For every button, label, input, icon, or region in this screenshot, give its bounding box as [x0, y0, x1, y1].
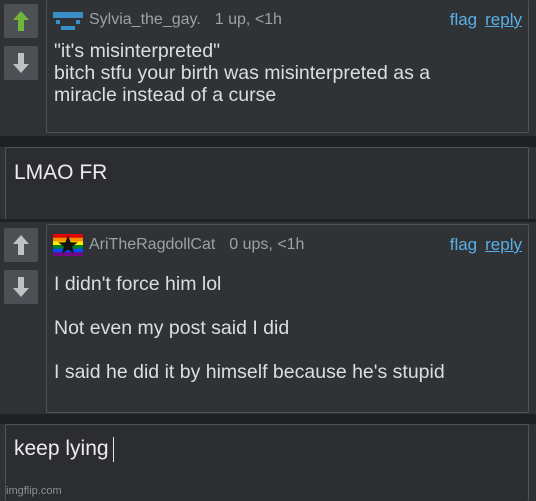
comment-paragraph: I said he did it by himself because he's…	[54, 361, 445, 383]
comment-points: 1 up, <1h	[214, 11, 282, 28]
comment-line: bitch stfu your birth was misinterpreted…	[54, 62, 431, 84]
flag-link[interactable]: flag	[450, 10, 477, 30]
reply-text-area[interactable]: keep lying	[5, 424, 529, 501]
reply-text-area[interactable]: LMAO FR	[5, 147, 529, 221]
downvote-button[interactable]	[4, 46, 38, 80]
reply-text: keep lying	[14, 437, 109, 461]
downvote-button[interactable]	[4, 270, 38, 304]
comment-meta: Sylvia_the_gay. 1 up, <1h flag reply	[53, 9, 522, 31]
reply-link[interactable]: reply	[485, 10, 522, 30]
down-arrow-icon	[13, 53, 29, 73]
up-arrow-icon	[13, 235, 29, 255]
comment-paragraph: I didn't force him lol	[54, 273, 222, 295]
comment-username[interactable]: Sylvia_the_gay.	[89, 11, 201, 29]
flag-link[interactable]: flag	[450, 235, 477, 255]
comment-text: "it's misinterpreted" bitch stfu your bi…	[54, 40, 522, 106]
text-cursor	[112, 437, 114, 462]
upvote-button[interactable]	[4, 228, 38, 262]
reply-text: LMAO FR	[14, 161, 108, 184]
comment-line: miracle instead of a curse	[54, 84, 277, 106]
comment-body: AriTheRagdollCat 0 ups, <1h flag reply I…	[46, 224, 529, 413]
comment-username[interactable]: AriTheRagdollCat	[89, 236, 215, 254]
comment-paragraph: Not even my post said I did	[54, 317, 290, 339]
rainbow-flag-star-avatar-icon	[53, 234, 83, 256]
comment: AriTheRagdollCat 0 ups, <1h flag reply I…	[0, 222, 536, 414]
up-arrow-icon	[13, 11, 29, 31]
watermark: imgflip.com	[6, 485, 62, 497]
reply-text-line: keep lying	[14, 437, 114, 462]
comment-meta: AriTheRagdollCat 0 ups, <1h flag reply	[53, 234, 522, 256]
comment-text: I didn't force him lol Not even my post …	[54, 273, 522, 383]
divider	[0, 414, 536, 424]
pixel-face-avatar-icon	[53, 12, 83, 30]
divider	[0, 136, 536, 147]
comment: Sylvia_the_gay. 1 up, <1h flag reply "it…	[0, 0, 536, 136]
reply-link[interactable]: reply	[485, 235, 522, 255]
upvote-button[interactable]	[4, 4, 38, 38]
comment-points: 0 ups, <1h	[229, 236, 305, 253]
down-arrow-icon	[13, 277, 29, 297]
comment-body: Sylvia_the_gay. 1 up, <1h flag reply "it…	[46, 0, 529, 133]
comment-line: "it's misinterpreted"	[54, 40, 221, 62]
